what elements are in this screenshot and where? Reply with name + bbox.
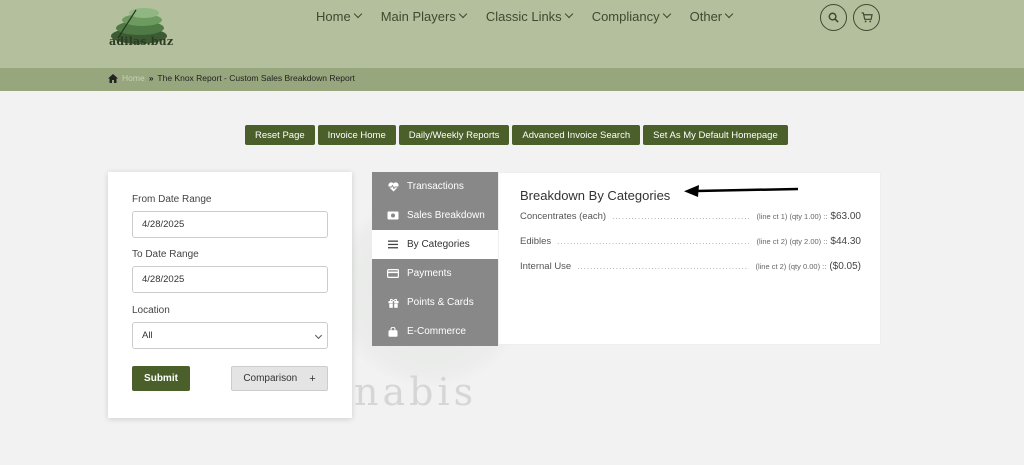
category-meta: (line ct 2) (qty 2.00) :: xyxy=(756,237,828,246)
watermark-text: nabis xyxy=(354,370,478,414)
filter-card: From Date Range 4/28/2025 To Date Range … xyxy=(108,172,352,418)
nav-main-players[interactable]: Main Players xyxy=(381,8,468,24)
report-menu: Transactions Sales Breakdown By Categori… xyxy=(372,172,498,346)
set-default-homepage-button[interactable]: Set As My Default Homepage xyxy=(643,125,788,145)
credit-card-icon xyxy=(386,269,400,278)
reset-page-button[interactable]: Reset Page xyxy=(245,125,315,145)
search-icon xyxy=(828,12,839,23)
dot-leader: ........................................… xyxy=(577,262,750,271)
dot-leader: ........................................… xyxy=(612,212,751,221)
logo-text: adilas.buz xyxy=(109,35,174,48)
money-icon xyxy=(386,211,400,220)
advanced-invoice-search-button[interactable]: Advanced Invoice Search xyxy=(512,125,641,145)
menu-item-e-commerce[interactable]: E-Commerce xyxy=(372,317,498,346)
from-date-input[interactable]: 4/28/2025 xyxy=(132,211,328,238)
location-select[interactable]: All xyxy=(132,322,328,349)
category-name: Edibles xyxy=(520,236,552,247)
daily-weekly-reports-button[interactable]: Daily/Weekly Reports xyxy=(398,125,510,145)
breadcrumb-bar: Home » The Knox Report - Custom Sales Br… xyxy=(0,68,1024,91)
dot-leader: ........................................… xyxy=(557,237,751,246)
category-amount: ($0.05) xyxy=(829,261,861,272)
breadcrumb-current: The Knox Report - Custom Sales Breakdown… xyxy=(157,73,355,83)
main-nav: Home Main Players Classic Links Complian… xyxy=(316,8,752,24)
chevron-down-icon xyxy=(724,9,734,19)
breakdown-row: Edibles ................................… xyxy=(520,236,861,247)
category-meta: (line ct 2) (qty 0.00) :: xyxy=(755,262,827,271)
cart-button[interactable] xyxy=(853,4,880,31)
chevron-down-icon xyxy=(353,9,362,19)
menu-item-points-cards[interactable]: Points & Cards xyxy=(372,288,498,317)
menu-item-transactions[interactable]: Transactions xyxy=(372,172,498,201)
home-icon[interactable] xyxy=(108,73,118,83)
location-label: Location xyxy=(132,305,170,316)
breadcrumb: Home » The Knox Report - Custom Sales Br… xyxy=(108,73,355,83)
top-header: adilas.buz Home Main Players Classic Lin… xyxy=(0,0,1024,68)
from-date-label: From Date Range xyxy=(132,194,212,205)
category-name: Internal Use xyxy=(520,261,572,272)
search-button[interactable] xyxy=(820,4,847,31)
cart-icon xyxy=(861,12,873,23)
to-date-input[interactable]: 4/28/2025 xyxy=(132,266,328,293)
comparison-button[interactable]: Comparison + xyxy=(231,366,328,391)
category-amount: $44.30 xyxy=(830,236,861,247)
annotation-arrow-icon xyxy=(684,185,799,197)
menu-item-sales-breakdown[interactable]: Sales Breakdown xyxy=(372,201,498,230)
nav-home[interactable]: Home xyxy=(316,8,362,24)
chevron-down-icon xyxy=(314,331,323,340)
breakdown-row: Concentrates (each) ....................… xyxy=(520,211,861,222)
nav-other[interactable]: Other xyxy=(690,8,734,24)
submit-button[interactable]: Submit xyxy=(132,366,190,391)
to-date-label: To Date Range xyxy=(132,249,199,260)
chevron-down-icon xyxy=(662,9,671,19)
list-icon xyxy=(386,240,400,249)
double-chevron-icon: » xyxy=(148,73,154,83)
heart-pulse-icon xyxy=(386,181,400,192)
breakdown-row: Internal Use ...........................… xyxy=(520,261,861,272)
category-amount: $63.00 xyxy=(830,211,861,222)
breadcrumb-home-link[interactable]: Home xyxy=(122,73,145,83)
plus-icon: + xyxy=(309,372,316,385)
chevron-down-icon xyxy=(458,9,468,19)
menu-item-payments[interactable]: Payments xyxy=(372,259,498,288)
category-meta: (line ct 1) (qty 1.00) :: xyxy=(756,212,828,221)
nav-classic-links[interactable]: Classic Links xyxy=(486,8,573,24)
nav-compliancy[interactable]: Compliancy xyxy=(592,8,671,24)
menu-item-by-categories[interactable]: By Categories xyxy=(372,230,498,259)
action-buttons: Reset Page Invoice Home Daily/Weekly Rep… xyxy=(245,125,788,145)
gift-icon xyxy=(386,298,400,308)
invoice-home-button[interactable]: Invoice Home xyxy=(317,125,396,145)
shopping-bag-icon xyxy=(386,326,400,337)
category-name: Concentrates (each) xyxy=(520,211,607,222)
chevron-down-icon xyxy=(564,9,573,19)
breakdown-title: Breakdown By Categories xyxy=(520,188,671,203)
